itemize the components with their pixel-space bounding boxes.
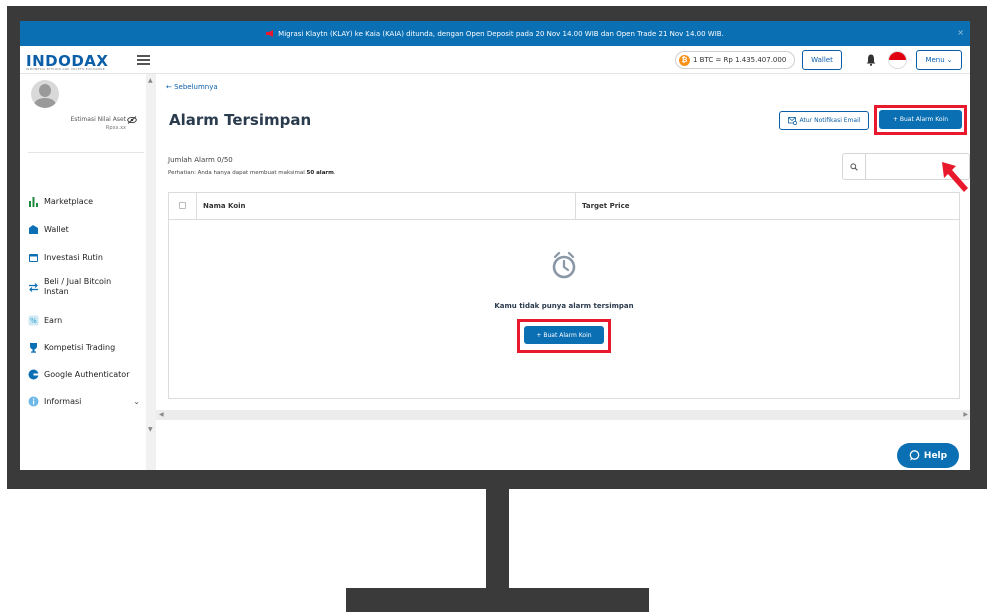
- sidebar-item-earn[interactable]: % Earn: [28, 315, 144, 326]
- sidebar-item-label: Beli / Jual Bitcoin Instan: [44, 277, 112, 296]
- alarm-table: Nama Koin Target Price Kamu tidak punya …: [168, 192, 960, 399]
- top-header: INDODAX INDONESIA BITCOIN AND CRYPTO EXC…: [20, 46, 970, 74]
- pointer-arrow-icon: [942, 162, 968, 192]
- scroll-down-icon[interactable]: ▼: [148, 426, 153, 433]
- column-header-target-price[interactable]: Target Price: [582, 202, 629, 210]
- sidebar-item-label: Wallet: [44, 225, 69, 234]
- sidebar-item-investasi-rutin[interactable]: Investasi Rutin: [28, 252, 144, 263]
- btc-price-ticker[interactable]: ₿ 1 BTC = Rp 1.435.407.000: [675, 51, 795, 69]
- monitor-stand-base: [346, 588, 649, 612]
- sidebar-item-google-authenticator[interactable]: Google Authenticator: [28, 369, 144, 380]
- announcement-close-button[interactable]: ×: [957, 28, 964, 37]
- sidebar-item-kompetisi-trading[interactable]: Kompetisi Trading: [28, 342, 144, 353]
- sidebar-divider: [28, 152, 144, 153]
- back-link[interactable]: ← Sebelumnya: [166, 83, 218, 91]
- sidebar-item-label: Kompetisi Trading: [44, 343, 116, 352]
- scroll-up-icon[interactable]: ▲: [148, 77, 153, 84]
- alarm-limit-note: Perhatian: Anda hanya dapat membuat maks…: [168, 170, 336, 176]
- alarm-count: Jumlah Alarm 0/50: [168, 156, 233, 164]
- sidebar: Estimasi Nilai Aset Rpxx.xx Marketplace …: [20, 74, 156, 470]
- info-icon: [28, 396, 39, 407]
- wallet-icon: [29, 225, 38, 234]
- horizontal-scrollbar[interactable]: ◀ ▶: [156, 410, 970, 420]
- logo-tagline: INDONESIA BITCOIN AND CRYPTO EXCHANGE: [26, 67, 105, 71]
- sidebar-item-label: Informasi: [44, 397, 82, 406]
- bar-chart-icon: [29, 197, 38, 207]
- calendar-icon: [29, 254, 38, 262]
- page-title: Alarm Tersimpan: [169, 111, 312, 129]
- google-authenticator-icon: [28, 369, 39, 380]
- sidebar-item-label: Earn: [44, 316, 63, 325]
- alarm-clock-icon: [552, 251, 576, 279]
- sidebar-item-label: Google Authenticator: [44, 370, 130, 379]
- trophy-icon: [30, 343, 37, 353]
- chat-bubble-icon: [909, 450, 920, 461]
- sidebar-scrollbar[interactable]: ▲ ▼: [146, 74, 156, 470]
- announcement-bar: Migrasi Klaytn (KLAY) ke Kaia (KAIA) dit…: [20, 21, 970, 46]
- help-label: Help: [923, 450, 948, 461]
- select-all-checkbox[interactable]: [179, 202, 186, 209]
- sidebar-item-wallet[interactable]: Wallet: [28, 224, 144, 235]
- chevron-down-icon[interactable]: ⌄: [133, 397, 140, 406]
- monitor-stand-neck: [486, 489, 509, 592]
- sidebar-item-informasi[interactable]: Informasi ⌄: [28, 396, 144, 407]
- monitor-illustration: Migrasi Klaytn (KLAY) ke Kaia (KAIA) dit…: [0, 0, 993, 616]
- wallet-button[interactable]: Wallet: [802, 50, 842, 70]
- column-header-coin[interactable]: Nama Koin: [203, 202, 246, 210]
- menu-button[interactable]: Menu ⌄: [916, 50, 962, 70]
- earn-icon: %: [28, 315, 39, 326]
- highlight-box: [517, 319, 611, 353]
- asset-estimate-value: Rpxx.xx: [105, 125, 126, 131]
- svg-text:%: %: [30, 317, 37, 325]
- bell-icon[interactable]: [866, 54, 876, 66]
- sidebar-item-marketplace[interactable]: Marketplace: [28, 196, 144, 207]
- announcement-text: Migrasi Klaytn (KLAY) ke Kaia (KAIA) dit…: [278, 29, 724, 38]
- bitcoin-icon: ₿: [679, 54, 690, 66]
- screen: Migrasi Klaytn (KLAY) ke Kaia (KAIA) dit…: [20, 21, 970, 470]
- scroll-right-icon[interactable]: ▶: [963, 411, 968, 418]
- btc-price-text: 1 BTC = Rp 1.435.407.000: [693, 56, 787, 64]
- help-button[interactable]: Help: [897, 443, 959, 468]
- eye-off-icon[interactable]: [127, 116, 137, 124]
- email-notification-label: Atur Notifikasi Email: [799, 117, 861, 124]
- email-notification-button[interactable]: Atur Notifikasi Email: [779, 111, 869, 130]
- chevron-down-icon: ⌄: [946, 56, 953, 64]
- hamburger-menu-icon[interactable]: [137, 55, 150, 65]
- avatar[interactable]: [31, 80, 59, 108]
- scroll-left-icon[interactable]: ◀: [159, 411, 164, 418]
- table-header: Nama Koin Target Price: [169, 193, 959, 220]
- sidebar-item-label: Marketplace: [44, 197, 94, 206]
- highlight-box: [874, 105, 967, 135]
- indonesia-flag-icon[interactable]: [888, 51, 907, 69]
- search-icon[interactable]: [843, 154, 866, 179]
- megaphone-icon: [266, 30, 274, 37]
- sidebar-item-beli-jual-instan[interactable]: Beli / Jual Bitcoin Instan: [28, 277, 144, 297]
- email-settings-icon: [787, 116, 797, 125]
- swap-arrows-icon: [29, 282, 38, 292]
- menu-label: Menu: [925, 56, 945, 64]
- sidebar-item-label: Investasi Rutin: [44, 253, 103, 262]
- empty-state-text: Kamu tidak punya alarm tersimpan: [494, 302, 634, 310]
- main-content: ← Sebelumnya Alarm Tersimpan Atur Notifi…: [156, 74, 970, 470]
- asset-estimate-label: Estimasi Nilai Aset: [70, 116, 126, 123]
